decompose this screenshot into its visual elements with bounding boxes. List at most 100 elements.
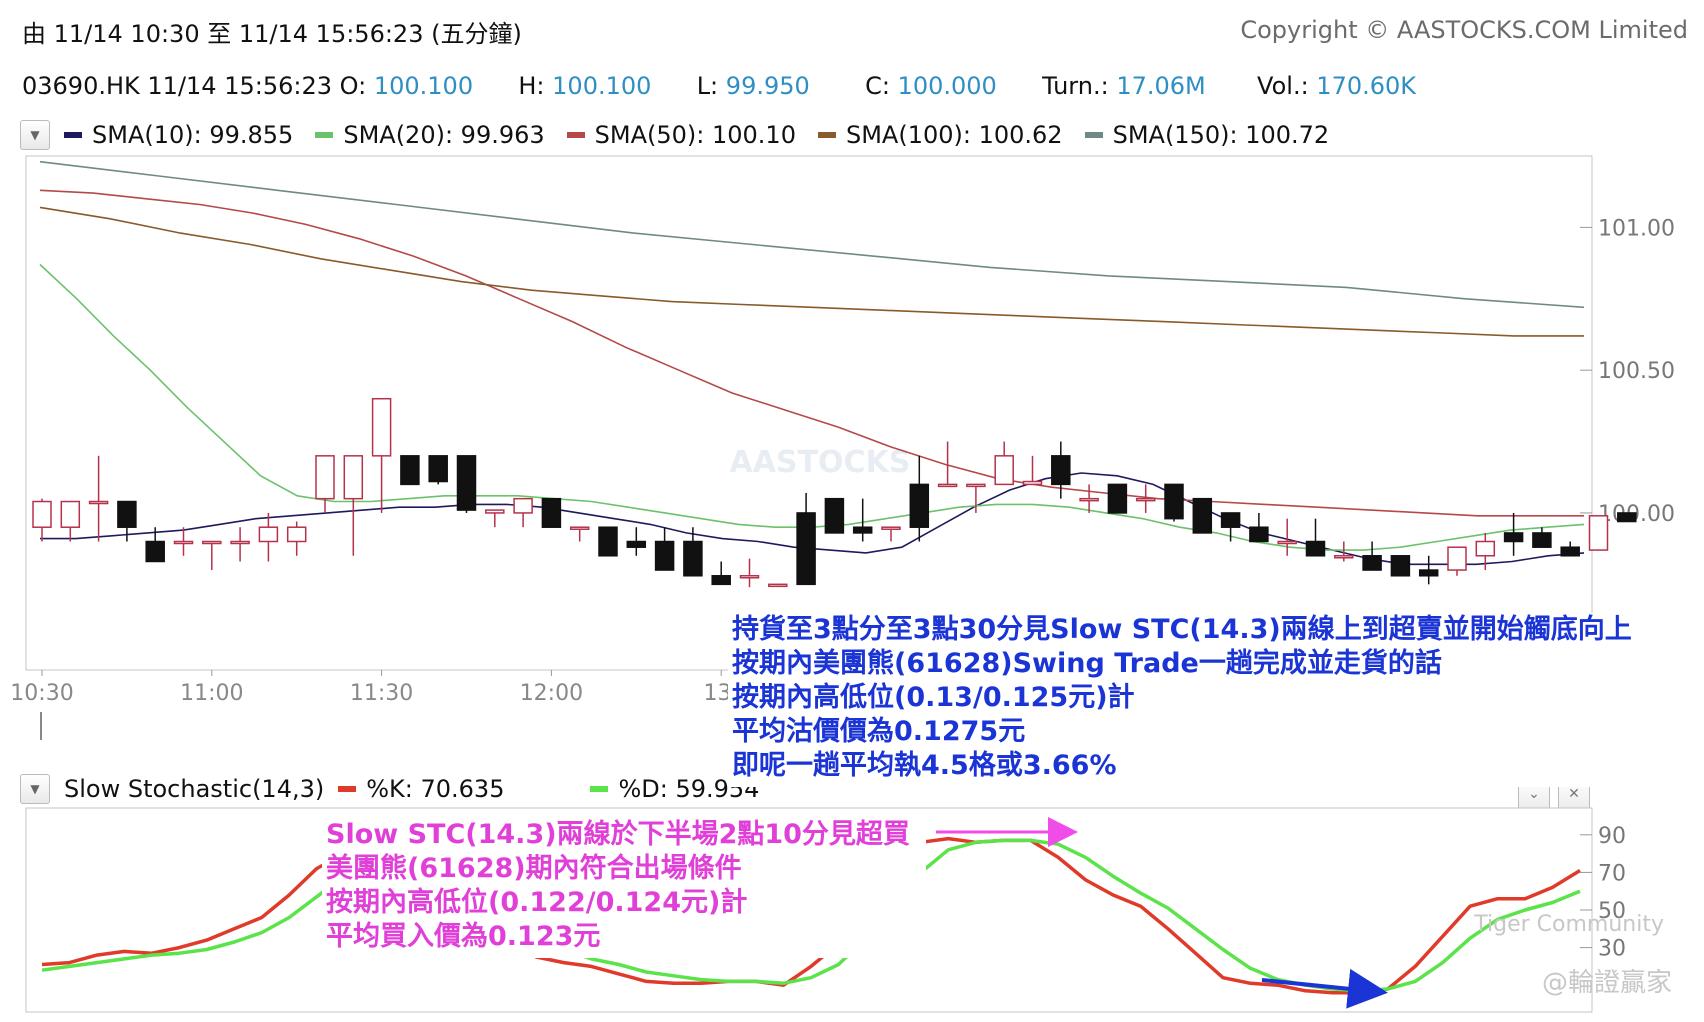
- candle-body: [541, 497, 562, 528]
- candle-body: [1220, 512, 1241, 528]
- candle: [598, 526, 618, 557]
- candle-body: [1447, 546, 1467, 571]
- tiger-watermark: Tiger Community: [1474, 912, 1664, 937]
- handle-watermark: @輪證贏家: [1541, 968, 1672, 998]
- candle: [824, 497, 845, 534]
- candle-body: [683, 540, 703, 577]
- copyright: Copyright © AASTOCKS.COM Limited: [1240, 16, 1688, 44]
- low-label: L:: [696, 72, 719, 100]
- candle-body: [881, 526, 901, 530]
- candle-body: [1079, 497, 1099, 502]
- candle-body: [88, 500, 109, 505]
- annotation-line: Slow STC(14.3)兩線於下半場2點10分見超買: [326, 819, 910, 850]
- x-tick-label: 12:00: [520, 681, 583, 706]
- y-tick-label: 30: [1598, 937, 1626, 962]
- range-to: 11/14 15:56:23: [238, 20, 424, 48]
- sma20-swatch: [315, 132, 334, 138]
- candle-body: [994, 455, 1014, 486]
- candle-body: [1560, 546, 1580, 557]
- candle-body: [1532, 532, 1552, 548]
- candle-body: [173, 540, 194, 545]
- close-value: 100.000: [897, 72, 997, 100]
- d-swatch: [590, 786, 609, 792]
- candle-body: [1588, 515, 1609, 551]
- legend-sma150: SMA(150): 100.72: [1084, 121, 1329, 149]
- candle-body: [1022, 480, 1043, 486]
- annotation-line: 即呢一趟平均執4.5格或3.66%: [732, 750, 1117, 781]
- sma100-swatch: [817, 132, 836, 138]
- sma-legend: ▼ SMA(10): 99.855 SMA(20): 99.963 SMA(50…: [20, 118, 1351, 152]
- candle: [400, 455, 420, 486]
- close-icon: ✕: [1568, 786, 1580, 802]
- range-from: 11/14 10:30: [53, 20, 200, 48]
- candle-body: [513, 497, 533, 514]
- candle-body: [202, 540, 222, 545]
- annotation-line: 美團熊(61628)期內符合出場條件: [326, 853, 742, 884]
- close-label: C:: [865, 72, 890, 100]
- candle-body: [1135, 497, 1156, 502]
- candle-body: [1617, 512, 1637, 523]
- chevron-down-icon: ▼: [30, 128, 40, 142]
- candle-body: [60, 500, 81, 528]
- candle-body: [258, 526, 279, 543]
- candle-body: [937, 483, 958, 488]
- candle-body: [796, 512, 816, 586]
- candle: [541, 497, 562, 528]
- range-mode: (五分鐘): [431, 20, 522, 48]
- annotation-line: 按期內美團熊(61628)Swing Trade一趟完成並走貨的話: [732, 648, 1442, 679]
- annotation-line: 平均買入價為0.123元: [326, 921, 601, 952]
- annotation-sell: 持貨至3點分至3點30分見Slow STC(14.3)兩線上到超賣並開始觸底向上…: [728, 613, 1676, 787]
- y-tick-label: 100.50: [1598, 359, 1675, 384]
- candle-body: [1362, 555, 1382, 571]
- candle: [456, 455, 477, 513]
- legend-sma100: SMA(100): 100.62: [817, 121, 1063, 149]
- stochastic-legend: ▼ Slow Stochastic(14,3) %K: 70.635 %D: 5…: [20, 772, 759, 806]
- symbol: 03690.HK: [22, 72, 140, 100]
- candle-body: [654, 540, 675, 571]
- candle-body: [598, 526, 618, 557]
- legend-sma20: SMA(20): 99.963: [315, 121, 545, 149]
- sma150-swatch: [1084, 132, 1103, 138]
- candle-body: [1249, 526, 1269, 543]
- k-label: %K: 70.635: [366, 775, 505, 803]
- candle-body: [1418, 569, 1439, 577]
- candle: [1390, 555, 1411, 577]
- high-value: 100.100: [552, 72, 652, 100]
- candle-body: [1475, 540, 1496, 557]
- quote-row: 03690.HK 11/14 15:56:23 O: 100.100 H: 10…: [22, 72, 1416, 100]
- candle-body: [711, 575, 731, 586]
- range-to-label: 至: [207, 20, 232, 48]
- candle: [428, 455, 448, 485]
- x-tick-label: 10:30: [10, 681, 73, 706]
- volume-value: 170.60K: [1316, 72, 1417, 100]
- candle-body: [1503, 532, 1524, 543]
- legend-sma50: SMA(50): 100.10: [566, 121, 796, 149]
- open-label: O:: [339, 72, 367, 100]
- range-from-label: 由: [22, 20, 46, 48]
- candle-body: [145, 540, 165, 563]
- turnover-value: 17.06M: [1116, 72, 1206, 100]
- candle-body: [852, 526, 873, 534]
- candle: [768, 583, 788, 588]
- annotation-line: 平均沽價價為0.1275元: [732, 716, 1026, 747]
- high-label: H:: [518, 72, 545, 100]
- center-watermark: AASTOCKS: [730, 445, 911, 480]
- candle-body: [1334, 555, 1354, 559]
- x-tick-label: 11:30: [350, 681, 413, 706]
- y-tick-label: 101.00: [1598, 216, 1675, 241]
- candle-body: [1192, 497, 1213, 534]
- candle-body: [1107, 483, 1128, 514]
- sma20-label: SMA(20): 99.963: [343, 121, 545, 149]
- indicator-dropdown-button[interactable]: ▼: [20, 774, 50, 804]
- volume-label: Vol.:: [1257, 72, 1309, 100]
- candle-body: [343, 455, 364, 500]
- quote-time: 11/14 15:56:23: [147, 72, 332, 100]
- candle-body: [909, 483, 930, 528]
- candle-body: [371, 397, 392, 457]
- candle-body: [1277, 540, 1297, 545]
- overlay-dropdown-button[interactable]: ▼: [20, 120, 50, 150]
- k-swatch: [338, 786, 357, 792]
- candle: [1192, 497, 1213, 534]
- annotation-line: 按期內高低位(0.13/0.125元)計: [732, 682, 1135, 713]
- candle-body: [768, 583, 788, 588]
